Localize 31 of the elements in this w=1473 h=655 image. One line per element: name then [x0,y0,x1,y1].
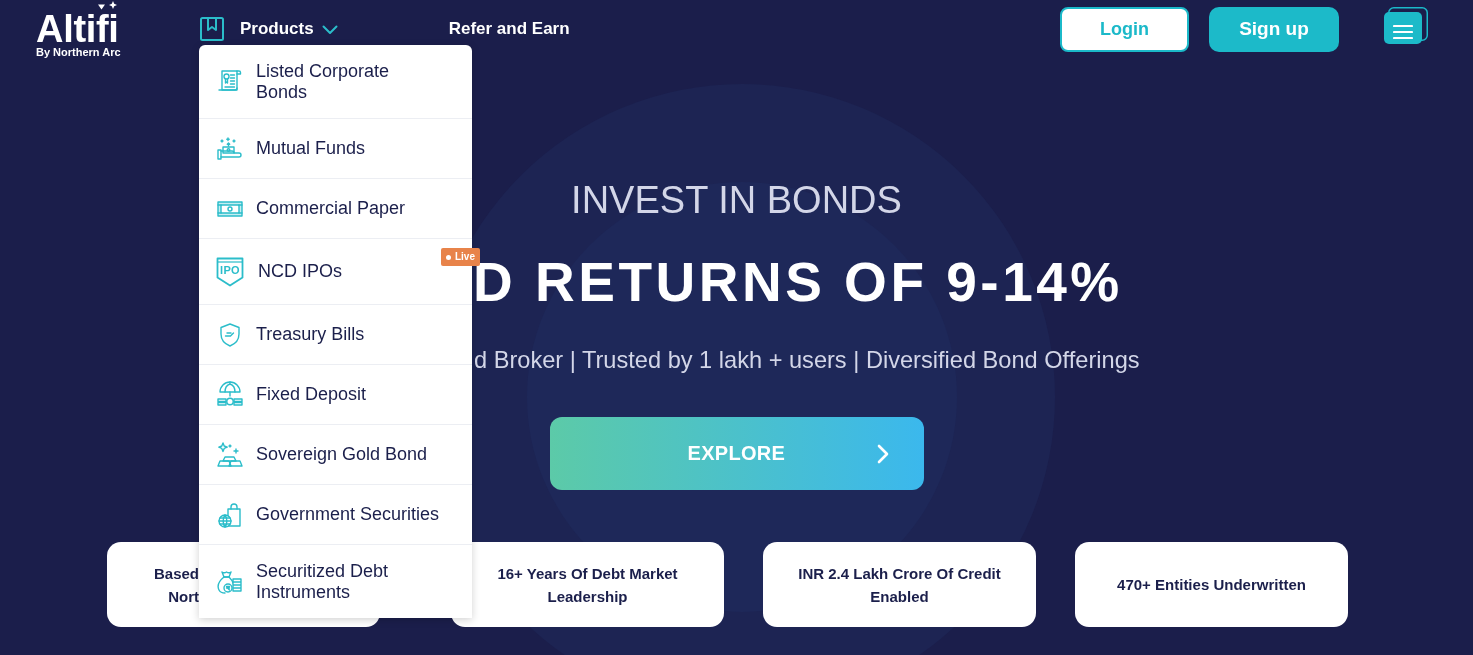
menu-icon [1393,24,1413,40]
menu-item[interactable]: IPO NCD IPOs [216,254,342,289]
menu-button[interactable] [1384,7,1428,44]
logo-tagline: By Northern Arc [36,46,122,58]
caret-icon [321,25,338,35]
menu-item[interactable]: Fixed Deposit [216,380,367,409]
menu-item[interactable]: Securitized Debt Instruments [216,560,456,603]
menu-item[interactable]: Sovereign Gold Bond [216,440,428,469]
hero-subtitle: d Broker | Trusted by 1 lakh + users | Diversified Bond Offerings [474,346,1140,375]
bookmark-icon [200,17,224,41]
products-menu-button[interactable]: Products [200,17,338,41]
hero-eyebrow: INVEST IN BONDS [571,178,902,222]
highlight-text: 470+ Entities Underwritten [1117,575,1306,595]
highlight-text: INR 2.4 Lakh Crore Of Credit Enabled [797,563,1002,607]
ipo-tag: IPO [216,256,244,287]
logo-wordmark: Altifi [36,14,119,45]
highlight-text: 16+ Years Of Debt Market Leadership [496,563,679,607]
chevron-right-icon [876,443,889,464]
globe-bag-icon [216,500,244,529]
menu-item[interactable]: Government Securities [216,500,440,529]
refer-link[interactable]: Refer and Earn [448,19,570,39]
hand-cash-icon [216,134,244,163]
ingot-stack-icon [216,440,244,469]
menu-item[interactable]: Commercial Paper [216,194,406,223]
highlight-text: Based Nort [152,563,199,607]
status-label: Live [455,250,475,264]
dot-icon [446,254,451,260]
umbrella-icon [216,380,244,409]
menu-item[interactable]: Treasury Bills [216,320,365,349]
menu-item[interactable]: Mutual Funds [216,134,366,163]
menu-item[interactable]: Listed Corporate Bonds [216,60,406,103]
